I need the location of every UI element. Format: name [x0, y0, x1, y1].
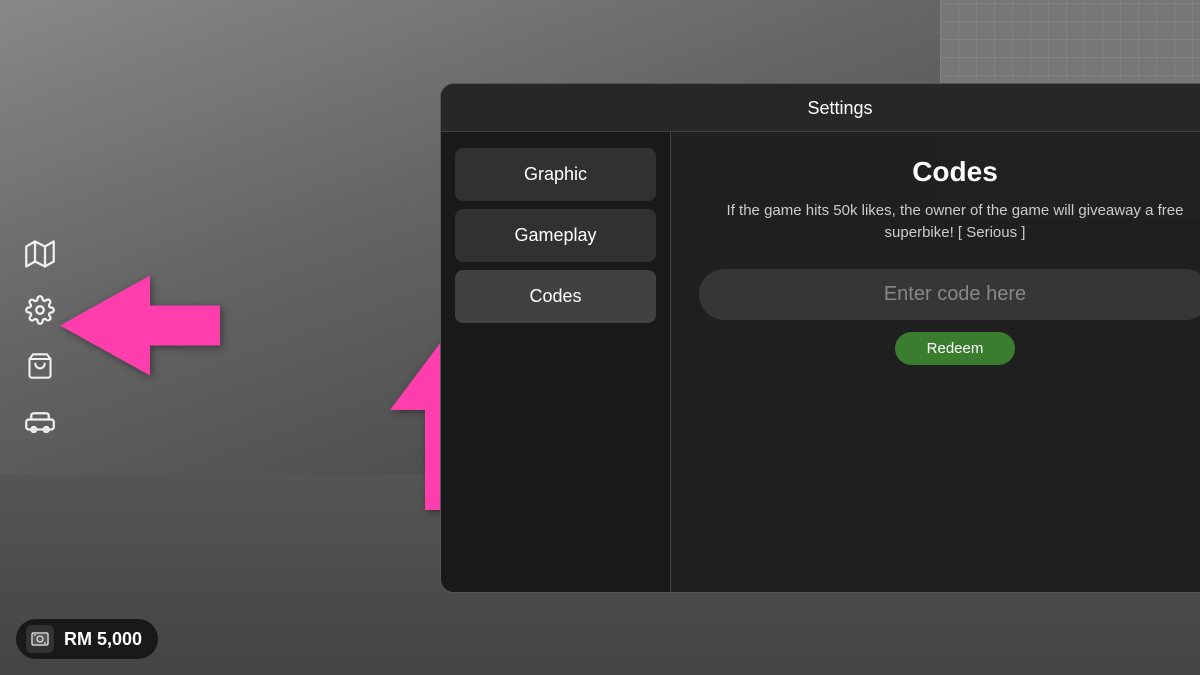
code-input-wrapper [699, 269, 1200, 320]
car-icon[interactable] [18, 400, 62, 444]
currency-amount: RM 5,000 [64, 629, 142, 650]
arrow-left-indicator [60, 275, 220, 380]
tab-graphic[interactable]: Graphic [455, 148, 656, 201]
settings-title-text: Settings [807, 98, 872, 118]
codes-description: If the game hits 50k likes, the owner of… [699, 200, 1200, 245]
tab-codes[interactable]: Codes [455, 270, 656, 323]
gear-icon[interactable] [18, 288, 62, 332]
settings-title: Settings [441, 84, 1200, 132]
redeem-button[interactable]: Redeem [895, 332, 1016, 365]
codes-title: Codes [699, 156, 1200, 188]
settings-nav: Graphic Gameplay Codes [441, 132, 671, 592]
code-input[interactable] [719, 283, 1191, 306]
codes-panel: Codes If the game hits 50k likes, the ow… [671, 132, 1200, 592]
settings-modal: Settings Graphic Gameplay Codes Codes If… [440, 83, 1200, 593]
settings-body: Graphic Gameplay Codes Codes If the game… [441, 132, 1200, 592]
sidebar [18, 232, 62, 444]
bag-icon[interactable] [18, 344, 62, 388]
tab-gameplay[interactable]: Gameplay [455, 209, 656, 262]
currency-icon [26, 625, 54, 653]
map-icon[interactable] [18, 232, 62, 276]
currency-bar: RM 5,000 [16, 619, 158, 659]
